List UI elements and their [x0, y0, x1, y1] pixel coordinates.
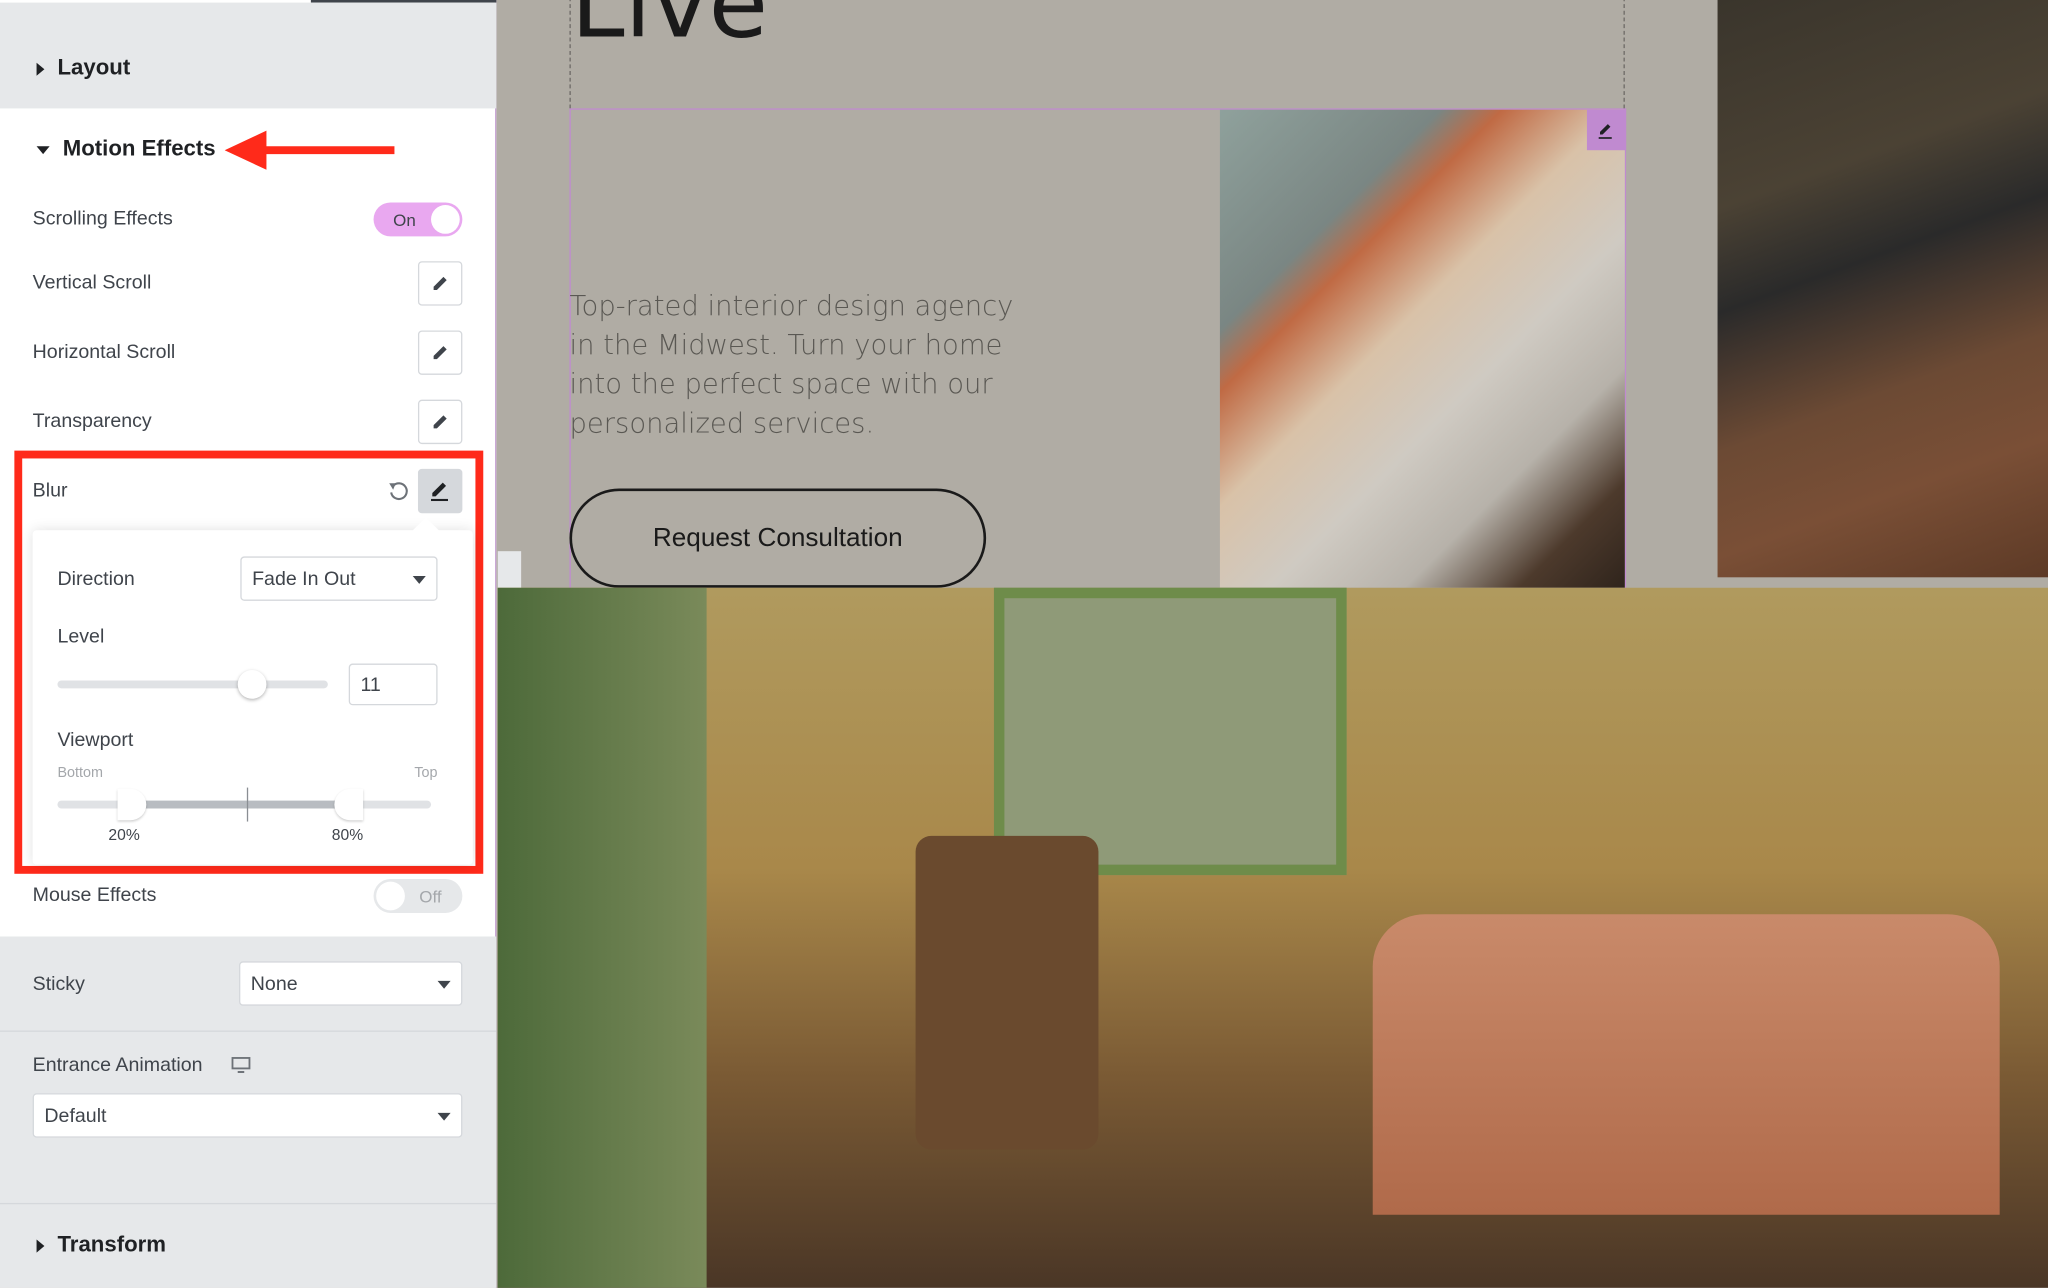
arrow-annotation-icon [224, 130, 395, 170]
viewport-end-handle[interactable] [334, 788, 364, 821]
horizontal-scroll-label: Horizontal Scroll [32, 340, 176, 364]
sticky-select[interactable]: None [239, 961, 463, 1006]
mouse-effects-label: Mouse Effects [32, 884, 157, 907]
page-canvas: ‹ Live Top-rated interior design agency … [497, 0, 2048, 1288]
pencil-icon [433, 346, 447, 360]
level-input[interactable]: 11 [348, 663, 438, 706]
pencil-icon [433, 276, 447, 290]
sofa-image [1219, 109, 1625, 588]
direction-select[interactable]: Fade In Out [240, 556, 438, 601]
layout-section[interactable]: Layout [0, 2, 497, 109]
vertical-scroll-edit-button[interactable] [417, 261, 463, 306]
scrolling-effects-toggle[interactable]: On [373, 202, 463, 237]
toggle-knob [376, 881, 405, 911]
viewport-bottom-label: Bottom [57, 765, 103, 782]
viewport-start-value: 20% [108, 825, 140, 844]
blur-popover: Direction Fade In Out Level 11 Viewport … [32, 517, 473, 865]
layout-section-title[interactable]: Layout [57, 55, 130, 80]
edit-widget-button[interactable] [1586, 109, 1627, 151]
pencil-icon [431, 482, 448, 502]
viewport-start-handle[interactable] [117, 788, 147, 821]
viewport-label: Viewport [57, 728, 134, 752]
slider-handle[interactable] [237, 670, 267, 699]
heading: Live [570, 0, 769, 61]
blur-label: Blur [32, 479, 68, 502]
viewport-range-slider[interactable] [57, 787, 432, 822]
hero-bedroom-image [497, 587, 2048, 1288]
horizontal-scroll-edit-button[interactable] [417, 330, 463, 375]
transform-section[interactable]: Transform [36, 1232, 166, 1258]
desktop-icon[interactable] [231, 1057, 251, 1074]
toggle-knob [431, 205, 460, 234]
transparency-edit-button[interactable] [417, 399, 463, 445]
entrance-animation-label: Entrance Animation [32, 1054, 203, 1077]
chevron-down-icon [437, 1112, 451, 1121]
editor-panel: Layout Motion Effects Scrolling Effects … [0, 0, 497, 1288]
level-slider[interactable] [57, 670, 328, 699]
description-text: Top-rated interior design agency in the … [569, 289, 1014, 439]
caret-down-icon [36, 145, 50, 154]
level-label: Level [57, 625, 105, 648]
pencil-icon [433, 415, 447, 429]
caret-right-icon [36, 1238, 45, 1252]
viewport-end-value: 80% [331, 825, 364, 844]
bedroom-image [1717, 0, 2048, 578]
sticky-label: Sticky [32, 973, 85, 996]
mouse-effects-toggle[interactable]: Off [373, 879, 463, 913]
entrance-animation-select[interactable]: Default [32, 1093, 463, 1138]
transparency-label: Transparency [32, 410, 152, 433]
lower-sections: Sticky None Entrance Animation Default T… [0, 936, 497, 1288]
blur-edit-button[interactable] [417, 468, 463, 514]
viewport-top-label: Top [414, 765, 438, 782]
request-consultation-button[interactable]: Request Consultation [569, 488, 987, 588]
direction-label: Direction [57, 568, 135, 591]
caret-right-icon [36, 62, 45, 76]
chevron-down-icon [412, 575, 426, 584]
vertical-scroll-label: Vertical Scroll [32, 271, 152, 294]
reset-icon[interactable] [387, 479, 411, 503]
motion-effects-header[interactable]: Motion Effects [36, 136, 216, 162]
scrolling-effects-label: Scrolling Effects [32, 207, 173, 230]
pencil-icon [1598, 123, 1612, 139]
chevron-down-icon [437, 980, 451, 989]
